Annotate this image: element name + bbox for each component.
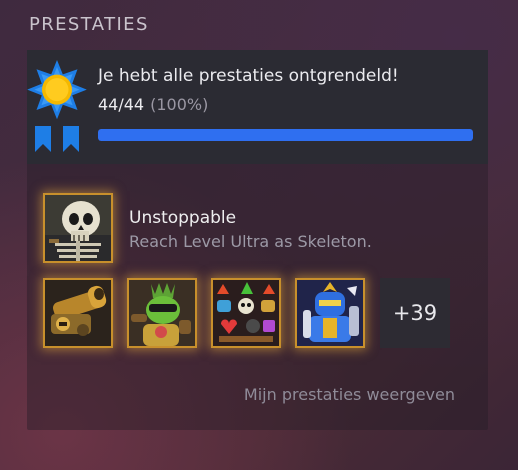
featured-achievement-name: Unstoppable xyxy=(129,208,237,228)
cannon-icon xyxy=(45,280,111,346)
achievement-medal-icon xyxy=(27,60,87,152)
achievement-tile-3[interactable] xyxy=(211,278,281,348)
progress-percent: (100%) xyxy=(150,95,209,114)
featured-achievement-description: Reach Level Ultra as Skeleton. xyxy=(129,232,372,251)
achievement-summary[interactable]: Je hebt alle prestaties ontgrendeld! 44/… xyxy=(27,50,488,164)
progress-bar xyxy=(98,129,473,141)
armored-knight-icon xyxy=(297,280,363,346)
achievement-tile-2[interactable] xyxy=(127,278,197,348)
section-title: PRESTATIES xyxy=(29,14,149,35)
green-warrior-icon xyxy=(129,280,195,346)
progress-text: 44/44 (100%) xyxy=(98,95,208,114)
item-collection-icon xyxy=(213,280,279,346)
skeleton-icon xyxy=(45,195,111,261)
progress-bar-fill xyxy=(98,129,473,141)
more-achievements-count[interactable]: +39 xyxy=(380,278,450,348)
summary-title: Je hebt alle prestaties ontgrendeld! xyxy=(98,66,399,86)
progress-count: 44/44 xyxy=(98,95,145,114)
achievement-tile-4[interactable] xyxy=(295,278,365,348)
achievements-panel: Je hebt alle prestaties ontgrendeld! 44/… xyxy=(27,50,488,430)
featured-achievement-icon[interactable] xyxy=(43,193,113,263)
view-my-achievements-link[interactable]: Mijn prestaties weergeven xyxy=(244,385,455,404)
achievement-tile-1[interactable] xyxy=(43,278,113,348)
